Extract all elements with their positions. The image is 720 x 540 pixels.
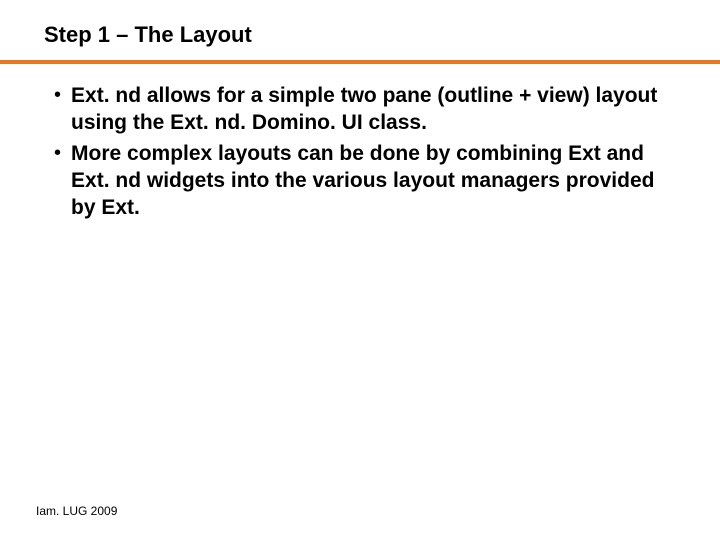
bullet-text: Ext. nd allows for a simple two pane (ou…	[71, 82, 680, 136]
bullet-icon: •	[54, 140, 61, 166]
list-item: • More complex layouts can be done by co…	[54, 140, 680, 221]
list-item: • Ext. nd allows for a simple two pane (…	[54, 82, 680, 136]
slide-footer: Iam. LUG 2009	[36, 504, 117, 518]
slide-title: Step 1 – The Layout	[44, 22, 252, 48]
bullet-icon: •	[54, 82, 61, 108]
slide: Step 1 – The Layout • Ext. nd allows for…	[0, 0, 720, 540]
slide-body: • Ext. nd allows for a simple two pane (…	[54, 82, 680, 225]
divider	[0, 60, 720, 64]
bullet-text: More complex layouts can be done by comb…	[71, 140, 680, 221]
